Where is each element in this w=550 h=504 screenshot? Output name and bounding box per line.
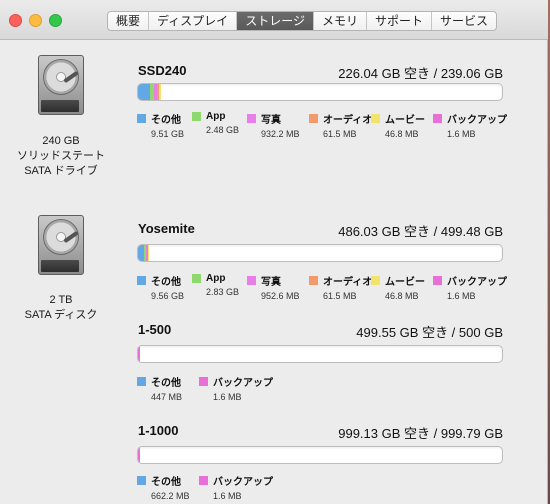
- legend-item-backup: バックアップ 1.6 MB: [433, 273, 513, 301]
- color-swatch: [433, 114, 442, 123]
- volume-free-space: 226.04 GB 空き / 239.06 GB: [338, 66, 503, 81]
- storage-usage-bar: [137, 83, 503, 101]
- storage-usage-bar: [137, 345, 503, 363]
- legend-item-audio: オーディオ 61.5 MB: [309, 111, 372, 139]
- tab-bar: 概要 ディスプレイ ストレージ メモリ サポート サービス: [107, 11, 497, 31]
- legend-item-backup: バックアップ 1.6 MB: [199, 374, 279, 402]
- legend-item-movies: ムービー 46.8 MB: [371, 273, 433, 301]
- legend-item-backup: バックアップ 1.6 MB: [433, 111, 513, 139]
- color-swatch: [433, 276, 442, 285]
- tab-overview[interactable]: 概要: [108, 12, 150, 30]
- color-swatch: [247, 114, 256, 123]
- color-swatch: [137, 377, 146, 386]
- bar-segment-movies: [148, 245, 149, 261]
- disk-2-label: 2 TB SATA ディスク: [6, 293, 116, 323]
- color-swatch: [199, 476, 208, 485]
- legend-item-app: App 2.48 GB: [192, 111, 247, 139]
- disk-2-type: SATA ディスク: [24, 309, 98, 321]
- color-swatch: [247, 276, 256, 285]
- title-bar: 概要 ディスプレイ ストレージ メモリ サポート サービス: [0, 0, 548, 40]
- color-swatch: [371, 276, 380, 285]
- volume-free-space: 499.55 GB 空き / 500 GB: [356, 325, 503, 340]
- storage-usage-bar: [137, 244, 503, 262]
- volume-name: Yosemite: [138, 221, 195, 236]
- storage-legend: その他 662.2 MB バックアップ 1.6 MB: [137, 473, 279, 501]
- disk-1-type: ソリッドステート: [17, 150, 105, 162]
- bar-segment-backup: [138, 346, 140, 362]
- legend-item-backup: バックアップ 1.6 MB: [199, 473, 279, 501]
- close-button[interactable]: [9, 14, 22, 27]
- hard-drive-icon: [38, 215, 84, 275]
- bar-segment-other: [138, 84, 150, 100]
- storage-legend: その他 9.51 GB App 2.48 GB 写真 932.2 MB オーディ…: [137, 111, 513, 139]
- disk-2-capacity: 2 TB: [49, 294, 73, 306]
- color-swatch: [137, 114, 146, 123]
- volume-free-space: 999.13 GB 空き / 999.79 GB: [338, 426, 503, 441]
- minimize-button[interactable]: [29, 14, 42, 27]
- bar-segment-backup: [138, 447, 140, 463]
- color-swatch: [137, 476, 146, 485]
- tab-storage[interactable]: ストレージ: [237, 12, 314, 30]
- volume-name: SSD240: [138, 63, 187, 78]
- legend-item-photos: 写真 932.2 MB: [247, 111, 309, 139]
- disk-1-label: 240 GB ソリッドステート SATA ドライブ: [6, 134, 116, 179]
- hard-drive-icon: [38, 55, 84, 115]
- legend-item-app: App 2.83 GB: [192, 273, 247, 301]
- tab-service[interactable]: サービス: [432, 12, 496, 30]
- color-swatch: [192, 274, 201, 283]
- legend-item-other: その他 9.51 GB: [137, 111, 192, 139]
- color-swatch: [309, 276, 318, 285]
- volume-free-space: 486.03 GB 空き / 499.48 GB: [338, 224, 503, 239]
- tab-displays[interactable]: ディスプレイ: [149, 12, 238, 30]
- legend-item-audio: オーディオ 61.5 MB: [309, 273, 372, 301]
- color-swatch: [192, 112, 201, 121]
- color-swatch: [309, 114, 318, 123]
- volume-name: 1-1000: [138, 423, 179, 438]
- legend-item-photos: 写真 952.6 MB: [247, 273, 309, 301]
- volume-name: 1-500: [138, 322, 172, 337]
- tab-memory[interactable]: メモリ: [314, 12, 367, 30]
- about-this-mac-window: 概要 ディスプレイ ストレージ メモリ サポート サービス 240 GB ソリッ…: [0, 0, 548, 504]
- legend-item-other: その他 447 MB: [137, 374, 199, 402]
- bar-segment-movies: [159, 84, 161, 100]
- disk-1-interface: SATA ドライブ: [24, 165, 98, 177]
- legend-item-other: その他 9.56 GB: [137, 273, 192, 301]
- color-swatch: [371, 114, 380, 123]
- storage-legend: その他 447 MB バックアップ 1.6 MB: [137, 374, 279, 402]
- tab-support[interactable]: サポート: [367, 12, 432, 30]
- storage-legend: その他 9.56 GB App 2.83 GB 写真 952.6 MB オーディ…: [137, 273, 513, 301]
- color-swatch: [137, 276, 146, 285]
- color-swatch: [199, 377, 208, 386]
- storage-usage-bar: [137, 446, 503, 464]
- legend-item-other: その他 662.2 MB: [137, 473, 199, 501]
- zoom-button[interactable]: [49, 14, 62, 27]
- storage-panel: 240 GB ソリッドステート SATA ドライブ 2 TB SATA ディスク…: [0, 41, 548, 504]
- legend-item-movies: ムービー 46.8 MB: [371, 111, 433, 139]
- disk-1-capacity: 240 GB: [42, 135, 80, 147]
